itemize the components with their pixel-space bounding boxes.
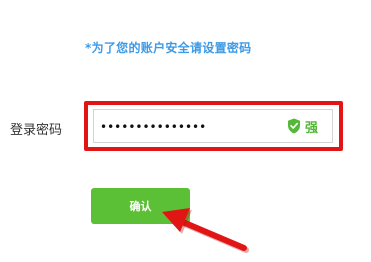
password-label: 登录密码 <box>10 123 63 138</box>
annotation-highlight-box <box>84 101 343 151</box>
security-notice: *为了您的账户安全请设置密码 <box>85 41 252 55</box>
red-arrow-icon <box>162 208 249 253</box>
